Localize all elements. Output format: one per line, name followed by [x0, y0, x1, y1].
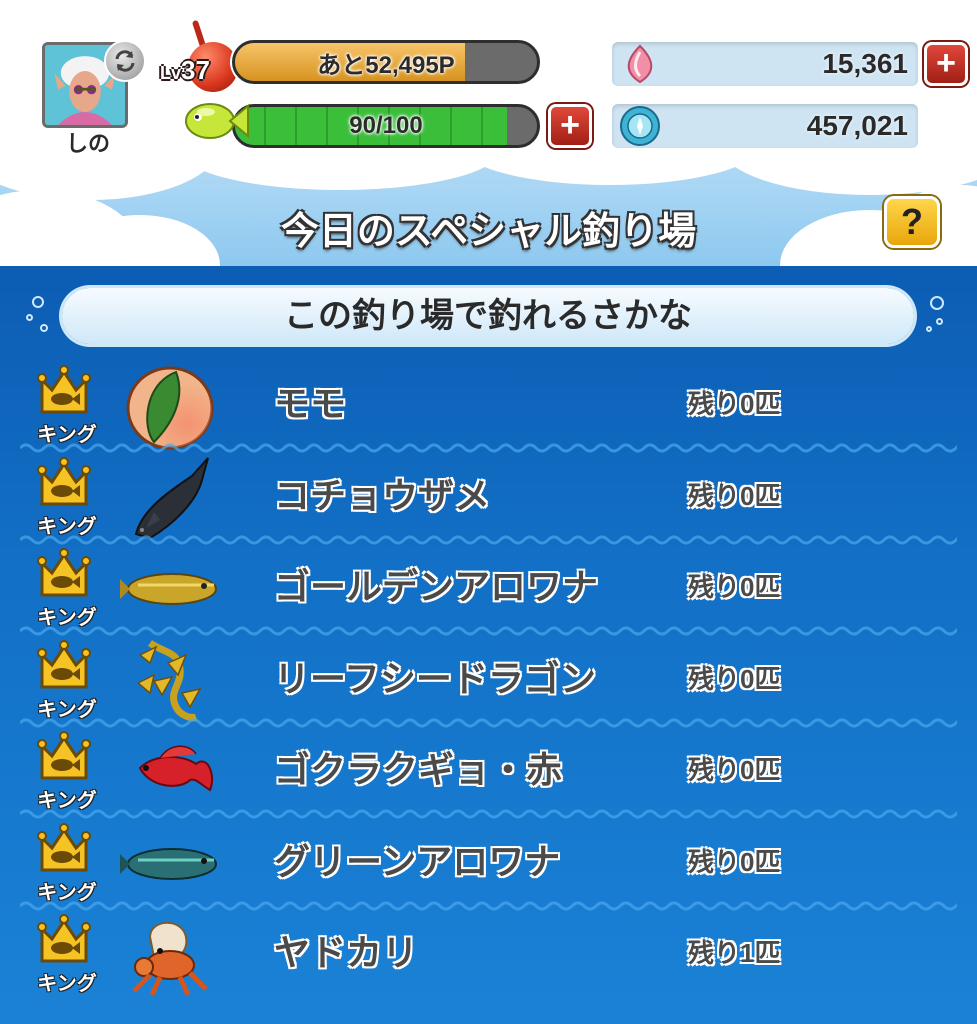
swap-character-button[interactable]	[104, 40, 146, 82]
paddlefish-icon	[134, 456, 209, 539]
gem-counter: 15,361	[612, 42, 918, 86]
fish-row[interactable]: キング ゴールデンアロワナ 残り0匹	[0, 541, 977, 633]
fish-name: ゴールデンアロワナ	[274, 566, 599, 607]
hermit-crab-icon	[132, 921, 208, 997]
fish-row[interactable]: キング コチョウザメ 残り0匹	[0, 450, 977, 542]
golden-arowana-icon	[120, 573, 217, 605]
section-banner: この釣り場で釣れるさかな	[62, 288, 914, 344]
gem-plus-button[interactable]: +	[924, 42, 968, 86]
page-title: 今日のスペシャル釣り場	[280, 211, 697, 253]
coin-value: 457,021	[806, 110, 908, 141]
help-button[interactable]: ?	[884, 196, 940, 248]
leafy-seadragon-icon	[136, 639, 202, 721]
coin-counter: 457,021	[612, 104, 918, 148]
bubble-decoration	[26, 314, 33, 321]
wave-divider	[20, 535, 957, 544]
stamina-text: 90/100	[349, 112, 423, 139]
swap-icon	[115, 50, 135, 72]
wave-divider	[20, 809, 957, 819]
fish-name: ゴクラクギョ・赤	[274, 749, 563, 790]
fish-remaining-count: 残り0匹	[688, 389, 781, 419]
fish-remaining-count: 残り1匹	[688, 938, 781, 968]
fish-remaining-count: 残り0匹	[688, 572, 781, 602]
stamina-bar: 90/100	[232, 104, 540, 148]
fish-remaining-count: 残り0匹	[688, 755, 781, 785]
stamina-fish-icon	[185, 103, 249, 139]
level-label: Lv37	[160, 55, 210, 86]
wave-divider	[20, 443, 957, 453]
fish-row[interactable]: キング グリーンアロワナ 残り0匹	[0, 816, 977, 908]
fish-remaining-count: 残り0匹	[688, 480, 781, 511]
bubble-decoration	[930, 296, 944, 310]
fish-name: ヤドカリ	[274, 932, 419, 973]
peach-icon	[126, 366, 214, 450]
pink-gem-icon	[627, 44, 653, 84]
green-arowana-icon	[120, 847, 217, 880]
stamina-plus-button[interactable]: +	[548, 104, 592, 148]
bubble-decoration	[40, 324, 48, 332]
wave-divider	[20, 626, 957, 636]
bubble-decoration	[32, 296, 44, 308]
fish-name: コチョウザメ	[274, 474, 491, 516]
wave-divider	[20, 718, 957, 727]
fish-remaining-count: 残り0匹	[688, 846, 781, 877]
exp-text: あと52,495P	[317, 51, 455, 79]
player-name: しの	[65, 131, 110, 156]
wave-divider	[20, 901, 957, 910]
bubble-decoration	[926, 326, 932, 332]
red-betta-icon	[138, 745, 214, 792]
blue-coin-icon	[620, 106, 660, 146]
section-title: この釣り場で釣れるさかな	[284, 297, 692, 335]
fish-row[interactable]: キング リーフシードラゴン 残り0匹	[0, 633, 977, 725]
fish-name: リーフシードラゴン	[274, 657, 596, 699]
level-value: 37	[181, 55, 210, 85]
bubble-decoration	[936, 318, 943, 325]
fish-rank-label: キング	[37, 973, 97, 995]
exp-bar: あと52,495P	[232, 40, 540, 84]
fish-row[interactable]: キング ゴクラクギョ・赤 残り0匹	[0, 724, 977, 816]
fish-remaining-count: 残り0匹	[688, 663, 781, 694]
fish-name: グリーンアロワナ	[274, 840, 561, 882]
level-prefix: Lv	[160, 63, 182, 83]
fish-name: モモ	[274, 383, 347, 424]
fish-row[interactable]: キング ヤドカリ 残り1匹	[0, 907, 977, 999]
fish-row[interactable]: キング モモ 残り0匹	[0, 358, 977, 450]
gem-value: 15,361	[822, 48, 908, 79]
